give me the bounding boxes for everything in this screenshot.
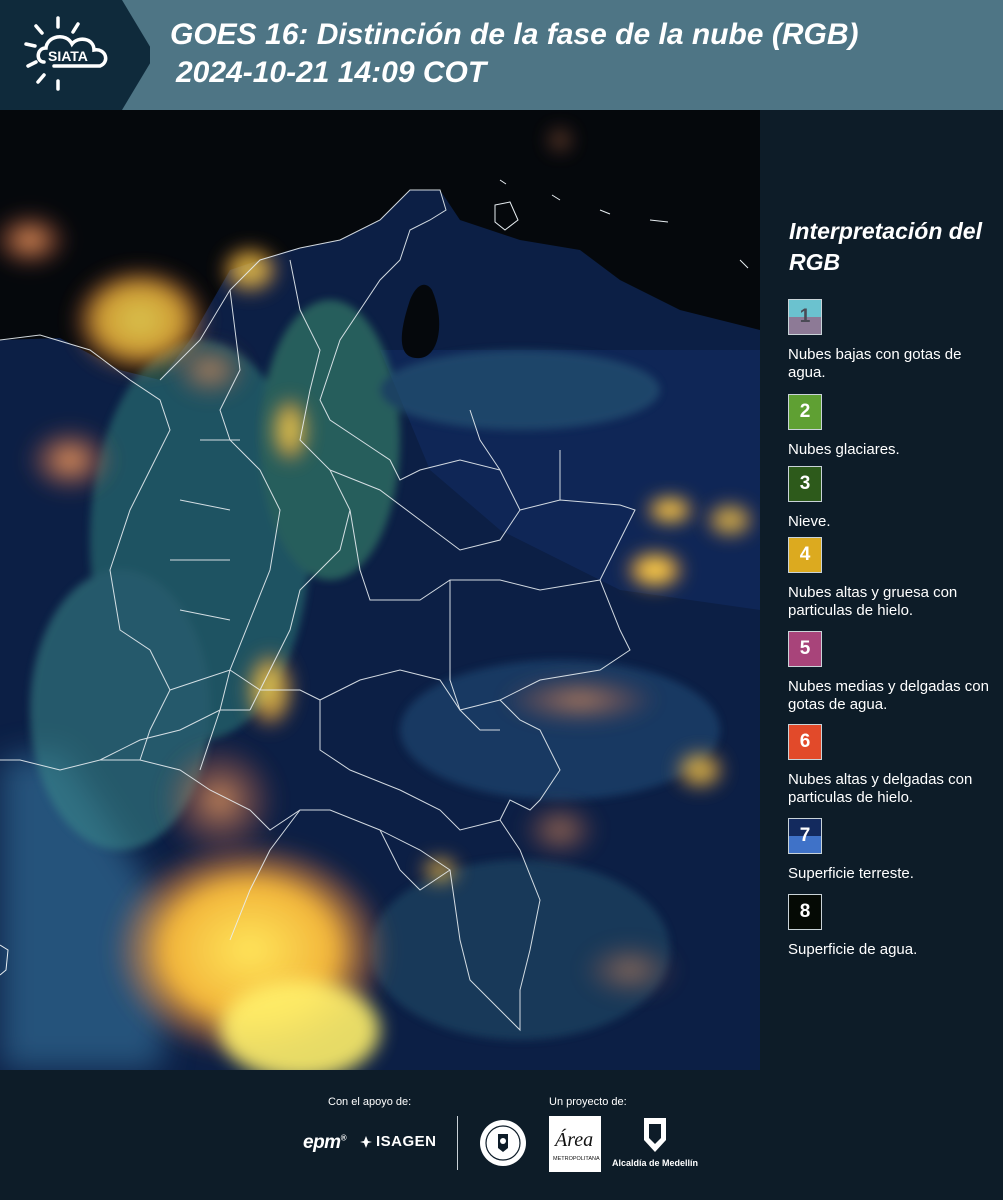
svg-text:SIATA: SIATA: [48, 48, 88, 64]
legend-item-4: 4 Nubes altas y gruesa con particulas de…: [788, 537, 1000, 620]
legend-swatch-3: 3: [788, 466, 822, 502]
legend-item-1: 1 Nubes bajas con gotas de agua.: [788, 299, 1000, 382]
satellite-map[interactable]: [0, 110, 760, 1070]
title-line-2: 2024-10-21 14:09 COT: [176, 56, 487, 89]
legend-swatch-1: 1: [788, 299, 822, 335]
legend-swatch-5: 5: [788, 631, 822, 667]
legend-label-4: Nubes altas y gruesa con particulas de h…: [788, 584, 958, 619]
footer-divider: [457, 1116, 458, 1170]
alcaldia-coat-of-arms-icon: [644, 1118, 666, 1152]
area-metropolitana-logo: Área METROPOLITANA: [549, 1116, 601, 1172]
legend-item-3: 3 Nieve.: [788, 466, 1000, 531]
legend-swatch-7: 7: [788, 818, 822, 854]
legend-item-5: 5 Nubes medias y delgadas con gotas de a…: [788, 631, 1000, 714]
legend-swatch-2: 2: [788, 394, 822, 430]
legend-label-8: Superficie de agua.: [788, 941, 918, 958]
legend-panel: Interpretación del RGB 1 Nubes bajas con…: [760, 110, 1003, 1070]
legend-item-7: 7 Superficie terreste.: [788, 818, 1000, 883]
alcaldia-logo: Alcaldía de Medellín: [609, 1116, 701, 1172]
legend-label-5: Nubes medias y delgadas con gotas de agu…: [788, 678, 989, 713]
page-title: GOES 16: Distinción de la fase de la nub…: [170, 16, 990, 92]
legend-label-1: Nubes bajas con gotas de agua.: [788, 346, 962, 381]
support-label: Con el apoyo de:: [328, 1096, 412, 1108]
legend-label-2: Nubes glaciares.: [788, 441, 900, 458]
logo-block: SIATA: [0, 0, 150, 110]
map-image: [0, 110, 760, 1070]
siata-logo-icon: SIATA: [24, 16, 108, 91]
legend-label-3: Nieve.: [788, 513, 831, 530]
legend-swatch-4: 4: [788, 537, 822, 573]
legend-swatch-8: 8: [788, 894, 822, 930]
legend-item-2: 2 Nubes glaciares.: [788, 394, 1000, 459]
alcaldia-label: Alcaldía de Medellín: [611, 1158, 699, 1168]
legend-item-6: 6 Nubes altas y delgadas con particulas …: [788, 724, 1000, 807]
isagen-mark-icon: [360, 1135, 372, 1148]
legend-title: Interpretación del RGB: [789, 218, 982, 275]
university-seal-icon: [480, 1120, 526, 1166]
legend-item-8: 8 Superficie de agua.: [788, 894, 1000, 959]
epm-logo: epm®: [303, 1132, 347, 1153]
area-metropolitana-icon: Área METROPOLITANA: [549, 1116, 601, 1172]
title-line-1: GOES 16: Distinción de la fase de la nub…: [170, 18, 859, 51]
svg-text:Área: Área: [553, 1128, 593, 1151]
isagen-logo: ISAGEN: [359, 1133, 437, 1150]
footer: Con el apoyo de: Un proyecto de: epm® IS…: [0, 1070, 1003, 1200]
legend-label-6: Nubes altas y delgadas con particulas de…: [788, 771, 973, 806]
header: SIATA GOES 16: Distinción de la fase de …: [0, 0, 1003, 110]
legend-label-7: Superficie terreste.: [788, 865, 914, 882]
project-label: Un proyecto de:: [549, 1096, 627, 1108]
svg-text:METROPOLITANA: METROPOLITANA: [553, 1156, 600, 1162]
legend-swatch-6: 6: [788, 724, 822, 760]
